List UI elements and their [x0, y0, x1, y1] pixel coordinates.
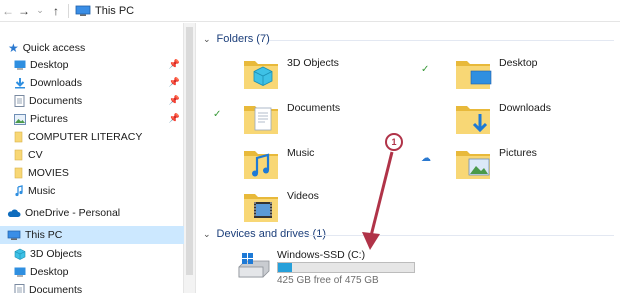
up-arrow-icon[interactable]: ↑ [48, 2, 64, 20]
sidebar-item-label: Desktop [30, 266, 69, 278]
folder-icon [14, 167, 23, 179]
music-icon [15, 185, 23, 197]
address-separator [68, 3, 69, 18]
sidebar-item-computer-literacy[interactable]: COMPUTER LITERACY [0, 128, 184, 146]
folder-desktop[interactable]: Desktop [453, 53, 620, 95]
desktop-folder-icon [456, 61, 492, 89]
sidebar-item-label: MOVIES [28, 167, 69, 179]
sidebar-item-3d-objects[interactable]: 3D Objects [0, 245, 184, 263]
sidebar-item-label: Music [28, 185, 56, 197]
folder-name: Downloads [499, 102, 551, 114]
address-bar: ← → ⌄ ↑ This PC [0, 0, 620, 22]
breadcrumb-this-pc[interactable]: This PC [95, 5, 134, 17]
forward-arrow-icon[interactable]: → [16, 2, 32, 20]
sidebar-item-music[interactable]: Music [0, 182, 184, 200]
folder-icon [14, 131, 23, 143]
sidebar-item-label: COMPUTER LITERACY [28, 131, 143, 143]
folder-videos[interactable]: Videos [241, 186, 431, 228]
documents-icon [14, 95, 25, 107]
drive-free-space: 425 GB free of 475 GB [277, 275, 379, 286]
sidebar-onedrive[interactable]: OneDrive - Personal [0, 204, 184, 222]
downloads-folder-icon [456, 106, 490, 134]
pin-icon[interactable]: 📌 [169, 95, 180, 106]
folder-name: Documents [287, 102, 341, 114]
downloads-icon [15, 78, 25, 89]
folder-music[interactable]: Music [241, 143, 431, 185]
folder-icon [14, 149, 23, 161]
this-pc-icon [75, 5, 91, 16]
sync-check-icon: ✓ [421, 64, 430, 75]
star-icon: ★ [8, 41, 19, 55]
sidebar-item-pictures[interactable]: Pictures 📌 [0, 110, 184, 128]
pictures-icon [14, 113, 26, 125]
onedrive-cloud-icon [7, 209, 21, 217]
documents-folder-icon [244, 106, 278, 134]
sidebar-item-label: Pictures [30, 113, 68, 125]
sidebar-item-label: Quick access [22, 42, 86, 54]
breadcrumb[interactable]: This PC [75, 5, 134, 17]
navigation-pane: ★ Quick access Desktop 📌 Downloads 📌 Doc… [0, 23, 184, 293]
folders-section-header[interactable]: ⌄ Folders (7) [203, 33, 270, 45]
folder-name: Videos [287, 190, 319, 202]
sidebar-scrollbar[interactable] [184, 23, 196, 293]
sidebar-item-label: OneDrive - Personal [25, 207, 121, 219]
sidebar-item-label: Documents [29, 95, 83, 107]
pin-icon[interactable]: 📌 [169, 59, 180, 70]
folder-documents[interactable]: Documents [241, 98, 431, 140]
drive-icon [238, 253, 270, 278]
sidebar-quick-access[interactable]: ★ Quick access [0, 39, 184, 57]
back-arrow-icon[interactable]: ← [0, 2, 16, 20]
sidebar-item-label: Downloads [30, 77, 82, 89]
3d-objects-folder-icon [244, 61, 278, 89]
sidebar-item-label: This PC [25, 229, 63, 241]
desktop-icon [14, 267, 26, 277]
sidebar-item-desktop-pc[interactable]: Desktop [0, 263, 184, 281]
chevron-down-icon[interactable]: ⌄ [32, 2, 48, 20]
sidebar-item-label: Desktop [30, 59, 69, 71]
section-divider [269, 40, 614, 41]
drive-name: Windows-SSD (C:) [277, 249, 366, 261]
sidebar-item-movies[interactable]: MOVIES [0, 164, 184, 182]
folder-name: Desktop [499, 57, 538, 69]
drive-usage-bar [277, 262, 415, 273]
scrollbar-thumb[interactable] [186, 27, 193, 275]
chevron-down-icon[interactable]: ⌄ [203, 229, 211, 240]
section-title: Folders (7) [216, 33, 270, 45]
folder-pictures[interactable]: Pictures [453, 143, 620, 185]
folder-3d-objects[interactable]: 3D Objects [241, 53, 431, 95]
folder-name: Pictures [499, 147, 537, 159]
documents-icon [14, 284, 25, 293]
cloud-status-icon: ☁ [421, 153, 431, 164]
section-divider [305, 235, 614, 236]
pin-icon[interactable]: 📌 [169, 113, 180, 124]
this-pc-icon [7, 230, 21, 240]
section-title: Devices and drives (1) [216, 228, 326, 240]
music-folder-icon [244, 151, 278, 179]
chevron-down-icon[interactable]: ⌄ [203, 34, 211, 45]
sidebar-item-downloads[interactable]: Downloads 📌 [0, 74, 184, 92]
folder-name: 3D Objects [287, 57, 339, 69]
pin-icon[interactable]: 📌 [169, 77, 180, 88]
sync-check-icon: ✓ [213, 109, 222, 120]
sidebar-item-documents-pc[interactable]: Documents [0, 281, 184, 293]
drive-usage-fill [278, 263, 293, 272]
sidebar-item-label: 3D Objects [30, 248, 82, 260]
sidebar-item-label: CV [28, 149, 43, 161]
folder-name: Music [287, 147, 315, 159]
sidebar-item-desktop[interactable]: Desktop 📌 [0, 56, 184, 74]
devices-section-header[interactable]: ⌄ Devices and drives (1) [203, 228, 326, 240]
desktop-icon [14, 60, 26, 70]
content-pane: ⌄ Folders (7) 3D Objects ✓ Desktop ✓ Doc… [197, 23, 620, 293]
pictures-folder-icon [456, 151, 490, 179]
folder-downloads[interactable]: Downloads [453, 98, 620, 140]
videos-folder-icon [244, 194, 278, 222]
sidebar-this-pc[interactable]: This PC [0, 226, 184, 244]
sidebar-item-label: Documents [29, 284, 83, 293]
annotation-badge: 1 [385, 133, 403, 151]
3d-objects-icon [14, 248, 26, 260]
sidebar-item-cv[interactable]: CV [0, 146, 184, 164]
sidebar-item-documents[interactable]: Documents 📌 [0, 92, 184, 110]
drive-c[interactable]: Windows-SSD (C:) 425 GB free of 475 GB [237, 245, 427, 286]
